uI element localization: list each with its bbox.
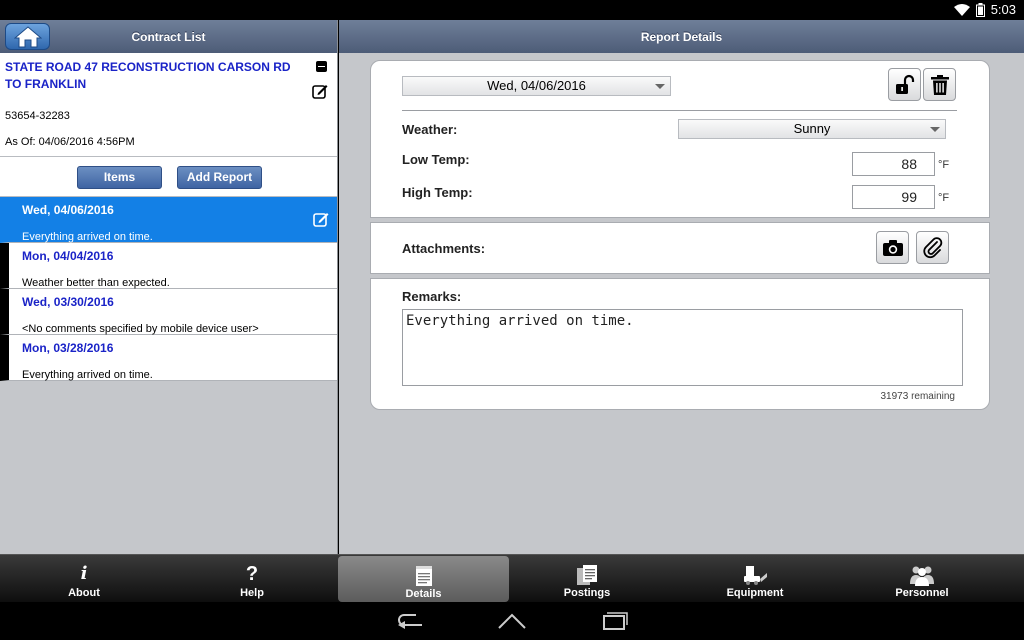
report-date: Wed, 03/30/2016 [22, 295, 114, 309]
high-temp-label: High Temp: [402, 185, 473, 200]
report-note: Weather better than expected. [22, 277, 170, 289]
report-details-title: Report Details [339, 20, 1024, 53]
equipment-icon [671, 562, 839, 586]
collapse-icon[interactable] [316, 61, 327, 72]
info-icon: i [80, 563, 88, 584]
system-nav-bar [0, 602, 1024, 640]
report-note: Everything arrived on time. [22, 369, 153, 381]
paperclip-icon [922, 236, 942, 258]
tab-label: About [68, 587, 100, 599]
battery-icon [975, 2, 985, 17]
attach-button[interactable] [916, 231, 949, 264]
status-time: 5:03 [990, 2, 1016, 17]
remarks-card: Remarks: Everything arrived on time. 319… [370, 278, 990, 410]
wifi-icon [953, 3, 970, 16]
tab-details[interactable]: Details [338, 556, 509, 602]
report-date: Wed, 04/06/2016 [22, 203, 114, 217]
low-temp-label: Low Temp: [402, 152, 470, 167]
contract-name: STATE ROAD 47 RECONSTRUCTION CARSON RD T… [5, 60, 291, 91]
camera-button[interactable] [876, 231, 909, 264]
weather-value: Sunny [793, 121, 831, 136]
low-temp-input[interactable]: 88 [852, 152, 935, 176]
edit-icon[interactable] [313, 211, 329, 227]
tab-label: Postings [563, 587, 611, 599]
tab-personnel[interactable]: Personnel [838, 555, 1006, 603]
report-date: Mon, 04/04/2016 [22, 249, 114, 263]
add-report-button[interactable]: Add Report [177, 166, 262, 189]
tab-about[interactable]: i About [0, 555, 168, 603]
documents-icon [503, 562, 671, 586]
low-temp-unit: °F [938, 159, 950, 171]
tab-label: Equipment [726, 587, 784, 599]
items-button[interactable]: Items [77, 166, 162, 189]
tab-label: Details [405, 588, 442, 600]
help-icon: ? [245, 563, 259, 585]
dropdown-arrow-icon [930, 127, 940, 132]
unlock-button[interactable] [888, 68, 921, 101]
camera-icon [882, 239, 903, 256]
back-icon[interactable] [394, 611, 426, 631]
bottom-tab-bar: i About ? Help Details Postings Equipmen… [0, 554, 1024, 602]
people-icon [838, 562, 1006, 587]
contract-number: 53654-32283 [5, 110, 70, 122]
tab-postings[interactable]: Postings [503, 555, 671, 603]
tab-label: Personnel [895, 587, 949, 599]
weather-label: Weather: [402, 122, 458, 137]
tab-help[interactable]: ? Help [168, 555, 336, 603]
attachments-label: Attachments: [402, 241, 486, 256]
weather-select[interactable]: Sunny [678, 119, 946, 139]
contract-list-title: Contract List [131, 30, 206, 44]
remarks-textarea[interactable]: Everything arrived on time. [402, 309, 963, 386]
contract-as-of: As Of: 04/06/2016 4:56PM [5, 136, 135, 148]
report-list: Wed, 04/06/2016 Everything arrived on ti… [0, 197, 337, 381]
notepad-icon [338, 563, 509, 587]
report-note: Everything arrived on time. [22, 231, 153, 243]
unlock-icon [895, 74, 914, 94]
report-date-select[interactable]: Wed, 04/06/2016 [402, 76, 671, 96]
report-details-pane: Report Details Wed, 04/06/2016 Weather: … [339, 20, 1024, 554]
tab-equipment[interactable]: Equipment [671, 555, 839, 603]
report-date: Mon, 03/28/2016 [22, 341, 114, 355]
tab-label: Help [240, 587, 264, 599]
remarks-remaining-count: 31973 remaining [880, 391, 956, 402]
delete-button[interactable] [923, 68, 956, 101]
attachments-card: Attachments: [370, 222, 990, 274]
list-actions: Items Add Report [0, 157, 337, 197]
recent-apps-icon[interactable] [598, 611, 630, 631]
report-row[interactable]: Wed, 04/06/2016 Everything arrived on ti… [0, 197, 337, 243]
home-nav-icon[interactable] [496, 611, 528, 631]
report-row[interactable]: Mon, 04/04/2016 Weather better than expe… [0, 243, 337, 289]
trash-icon [930, 74, 949, 95]
report-date-value: Wed, 04/06/2016 [487, 78, 586, 93]
remarks-label: Remarks: [402, 289, 462, 304]
divider [402, 110, 957, 111]
contract-list-pane: Contract List STATE ROAD 47 RECONSTRUCTI… [0, 20, 338, 554]
contract-summary: STATE ROAD 47 RECONSTRUCTION CARSON RD T… [0, 53, 337, 157]
high-temp-input[interactable]: 99 [852, 185, 935, 209]
report-note: <No comments specified by mobile device … [22, 323, 259, 335]
report-fields-card: Wed, 04/06/2016 Weather: Sunny Low Temp:… [370, 60, 990, 218]
report-row[interactable]: Wed, 03/30/2016 <No comments specified b… [0, 289, 337, 335]
edit-icon[interactable] [312, 83, 328, 99]
high-temp-unit: °F [938, 192, 950, 204]
dropdown-arrow-icon [655, 84, 665, 89]
report-row[interactable]: Mon, 03/28/2016 Everything arrived on ti… [0, 335, 337, 381]
status-bar: 5:03 [0, 0, 1024, 20]
contract-list-header: Contract List [0, 20, 337, 53]
